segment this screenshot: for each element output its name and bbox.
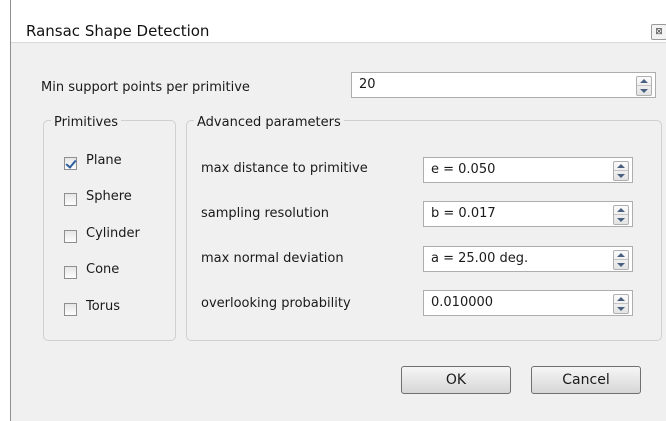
checkbox-label-torus: Torus [86, 299, 121, 314]
max-distance-value: e = 0.050 [431, 162, 496, 177]
ok-button[interactable]: OK [401, 366, 511, 394]
spin-arrows-icon[interactable] [613, 205, 629, 225]
checkbox-torus[interactable] [64, 303, 77, 316]
cancel-button[interactable]: Cancel [531, 366, 641, 394]
overlooking-probability-value: 0.010000 [431, 295, 494, 310]
min-support-label: Min support points per primitive [41, 80, 250, 95]
checkbox-label-cylinder: Cylinder [86, 226, 140, 241]
param-label-overlooking-probability: overlooking probability [201, 296, 351, 311]
spin-arrows-icon[interactable] [613, 250, 629, 270]
checkbox-plane[interactable] [64, 157, 77, 170]
window-title: Ransac Shape Detection [26, 22, 210, 40]
min-support-value: 20 [359, 77, 376, 92]
spin-arrows-icon[interactable] [613, 161, 629, 181]
title-bar: Ransac Shape Detection ⊠ [11, 0, 666, 43]
advanced-title: Advanced parameters [194, 115, 344, 130]
param-label-max-normal-deviation: max normal deviation [201, 251, 344, 266]
checkbox-label-cone: Cone [86, 262, 120, 277]
min-support-spinbox[interactable]: 20 [351, 72, 656, 98]
max-normal-deviation-value: a = 25.00 deg. [431, 251, 529, 266]
param-label-max-distance: max distance to primitive [201, 161, 368, 176]
spin-arrows-icon[interactable] [636, 76, 652, 96]
dialog-window: Ransac Shape Detection ⊠ Min support poi… [10, 0, 666, 421]
sampling-resolution-value: b = 0.017 [431, 206, 496, 221]
max-distance-spinbox[interactable]: e = 0.050 [423, 157, 633, 183]
primitives-title: Primitives [51, 115, 122, 130]
param-label-sampling-resolution: sampling resolution [201, 206, 330, 221]
checkbox-sphere[interactable] [64, 193, 77, 206]
sampling-resolution-spinbox[interactable]: b = 0.017 [423, 201, 633, 227]
checkbox-cylinder[interactable] [64, 230, 77, 243]
close-icon[interactable]: ⊠ [651, 24, 666, 40]
checkbox-cone[interactable] [64, 266, 77, 279]
checkbox-label-plane: Plane [86, 153, 122, 168]
spin-arrows-icon[interactable] [613, 294, 629, 314]
max-normal-deviation-spinbox[interactable]: a = 25.00 deg. [423, 246, 633, 272]
checkbox-label-sphere: Sphere [86, 189, 132, 204]
overlooking-probability-spinbox[interactable]: 0.010000 [423, 290, 633, 316]
